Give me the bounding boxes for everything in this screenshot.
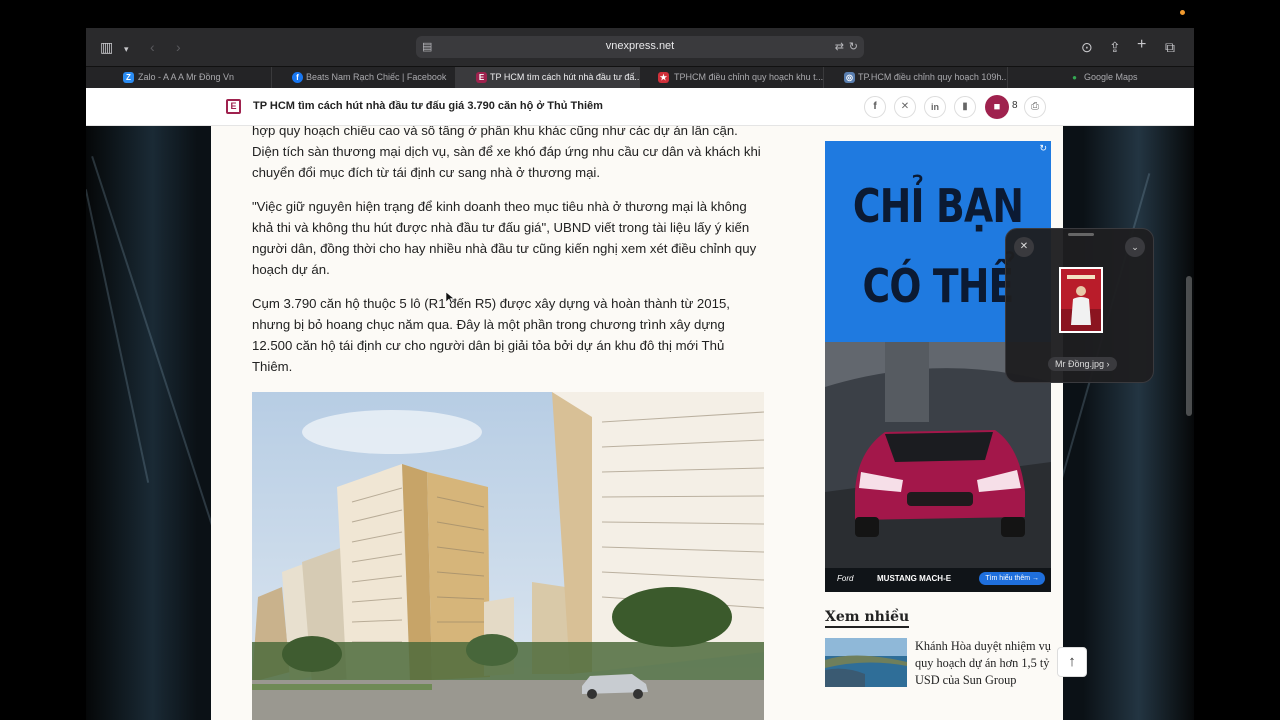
downloaded-image-thumbnail[interactable] (1059, 267, 1103, 333)
tab-google-maps[interactable]: ● Google Maps (1008, 67, 1194, 88)
downloaded-file-chip[interactable]: Mr Đồng.jpg › (1048, 357, 1117, 371)
sidebar-toggle-icon[interactable]: ▥ (100, 38, 113, 56)
downloads-icon[interactable]: ⊙ (1081, 38, 1093, 56)
x-share-icon[interactable]: ✕ (894, 96, 916, 118)
vnexpress-favicon-icon: E (476, 72, 487, 83)
download-popover: ✕ ⌄ Mr Đồng.jpg › (1005, 228, 1154, 383)
tab-label: TP.HCM điều chỉnh quy hoạch 109h... (858, 72, 1008, 82)
page-scrollbar[interactable] (1186, 276, 1192, 416)
maps-pin-icon: ● (1072, 73, 1077, 82)
ad-headline-line: CÓ THỂ (862, 259, 1014, 313)
ad-footer: Ford MUSTANG MACH-E Tìm hiểu thêm → (825, 568, 1051, 592)
coastline-image (825, 638, 907, 687)
tab-tphcm-2[interactable]: ◎ TP.HCM điều chỉnh quy hoạch 109h... (824, 67, 1008, 88)
tab-facebook[interactable]: f Beats Nam Rạch Chiếc | Facebook (272, 67, 456, 88)
ad-refresh-icon[interactable]: ↻ (1039, 143, 1047, 154)
site-sticky-header: E TP HCM tìm cách hút nhà đầu tư đấu giá… (86, 88, 1194, 126)
address-bar[interactable]: ▤ vnexpress.net ⇄ ↻ (416, 36, 864, 58)
most-read-heading: Xem nhiều (825, 609, 910, 628)
comment-count: 8 (1012, 100, 1018, 111)
tab-label: TP HCM tìm cách hút nhà đầu tư đấ... (490, 72, 640, 82)
tab-label: TPHCM điều chỉnh quy hoạch khu t... (674, 72, 824, 82)
reload-icon[interactable]: ↻ (849, 40, 858, 53)
article-paragraph: "Việc giữ nguyên hiện trạng để kinh doan… (252, 199, 757, 277)
ad-model: MUSTANG MACH-E (877, 574, 952, 583)
share-icon[interactable]: ⇪ (1109, 38, 1121, 56)
url-text: vnexpress.net (605, 40, 675, 52)
facebook-share-icon[interactable]: f (864, 96, 886, 118)
browser-toolbar: ▥ ▾ ‹ › ▤ vnexpress.net ⇄ ↻ ⊙ ⇪ + ⧉ (86, 28, 1194, 66)
drag-handle[interactable] (1068, 233, 1094, 236)
vnexpress-logo-icon[interactable]: E (226, 99, 241, 114)
print-icon[interactable]: ⎙ (1024, 96, 1046, 118)
article-paragraph: hợp quy hoạch chiều cao và số tầng ở phâ… (252, 126, 761, 180)
article-paragraph: Cụm 3.790 căn hộ thuộc 5 lô (R1 đến R5) … (252, 296, 730, 374)
linkedin-share-icon[interactable]: in (924, 96, 946, 118)
zalo-favicon-icon: Z (123, 72, 134, 83)
article-content: hợp quy hoạch chiều cao và số tầng ở phâ… (211, 126, 1063, 720)
screen: ▥ ▾ ‹ › ▤ vnexpress.net ⇄ ↻ ⊙ ⇪ + ⧉ Z Za… (0, 0, 1280, 720)
close-icon[interactable]: ✕ (1014, 237, 1034, 257)
ad-cta-button[interactable]: Tìm hiểu thêm → (979, 572, 1045, 585)
tab-label: Zalo - A A A Mr Đồng Vn (138, 72, 235, 82)
new-tab-icon[interactable]: + (1137, 36, 1146, 54)
facebook-favicon-icon: f (292, 72, 303, 83)
bg-streak (91, 155, 223, 557)
tab-label: Beats Nam Rạch Chiếc | Facebook (306, 72, 447, 82)
article-photo[interactable] (252, 392, 764, 720)
tab-bar: Z Zalo - A A A Mr Đồng Vn f Beats Nam Rạ… (86, 66, 1194, 88)
translate-icon[interactable]: ⇄ (835, 40, 844, 53)
article-body: hợp quy hoạch chiều cao và số tầng ở phâ… (252, 126, 767, 390)
globe-favicon-icon: ◎ (844, 72, 855, 83)
notification-dot (1180, 10, 1185, 15)
news-thumbnail[interactable] (825, 638, 907, 687)
chevron-down-icon[interactable]: ⌄ (1125, 237, 1145, 257)
back-icon[interactable]: ‹ (150, 38, 155, 56)
tab-group-chevron-icon[interactable]: ▾ (124, 40, 129, 58)
forward-icon[interactable]: › (176, 38, 181, 56)
portrait-thumbnail-image (1061, 269, 1101, 331)
star-favicon-icon: ★ (658, 72, 669, 83)
bookmark-icon[interactable]: ▮ (954, 96, 976, 118)
mouse-cursor-icon (446, 292, 454, 304)
news-title-link[interactable]: Khánh Hòa duyệt nhiệm vụ quy hoạch dự án… (915, 638, 1055, 689)
tab-overview-icon[interactable]: ⧉ (1165, 38, 1175, 56)
scroll-to-top-button[interactable]: ↑ (1057, 647, 1087, 677)
ad-brand: Ford (837, 574, 854, 583)
tab-vnexpress[interactable]: E TP HCM tìm cách hút nhà đầu tư đấ... (456, 67, 640, 88)
apartment-buildings-image (252, 392, 764, 720)
comment-icon[interactable]: ■ (985, 95, 1009, 119)
article-title: TP HCM tìm cách hút nhà đầu tư đấu giá 3… (253, 100, 603, 112)
tab-label: Google Maps (1084, 72, 1138, 82)
file-name: Mr Đồng.jpg (1055, 359, 1105, 369)
ad-headline-line: CHỈ BẠN (852, 179, 1024, 233)
page-viewport: hợp quy hoạch chiều cao và số tầng ở phâ… (86, 126, 1194, 720)
tab-tphcm-1[interactable]: ★ TPHCM điều chỉnh quy hoạch khu t... (640, 67, 824, 88)
tab-zalo[interactable]: Z Zalo - A A A Mr Đồng Vn (86, 67, 272, 88)
